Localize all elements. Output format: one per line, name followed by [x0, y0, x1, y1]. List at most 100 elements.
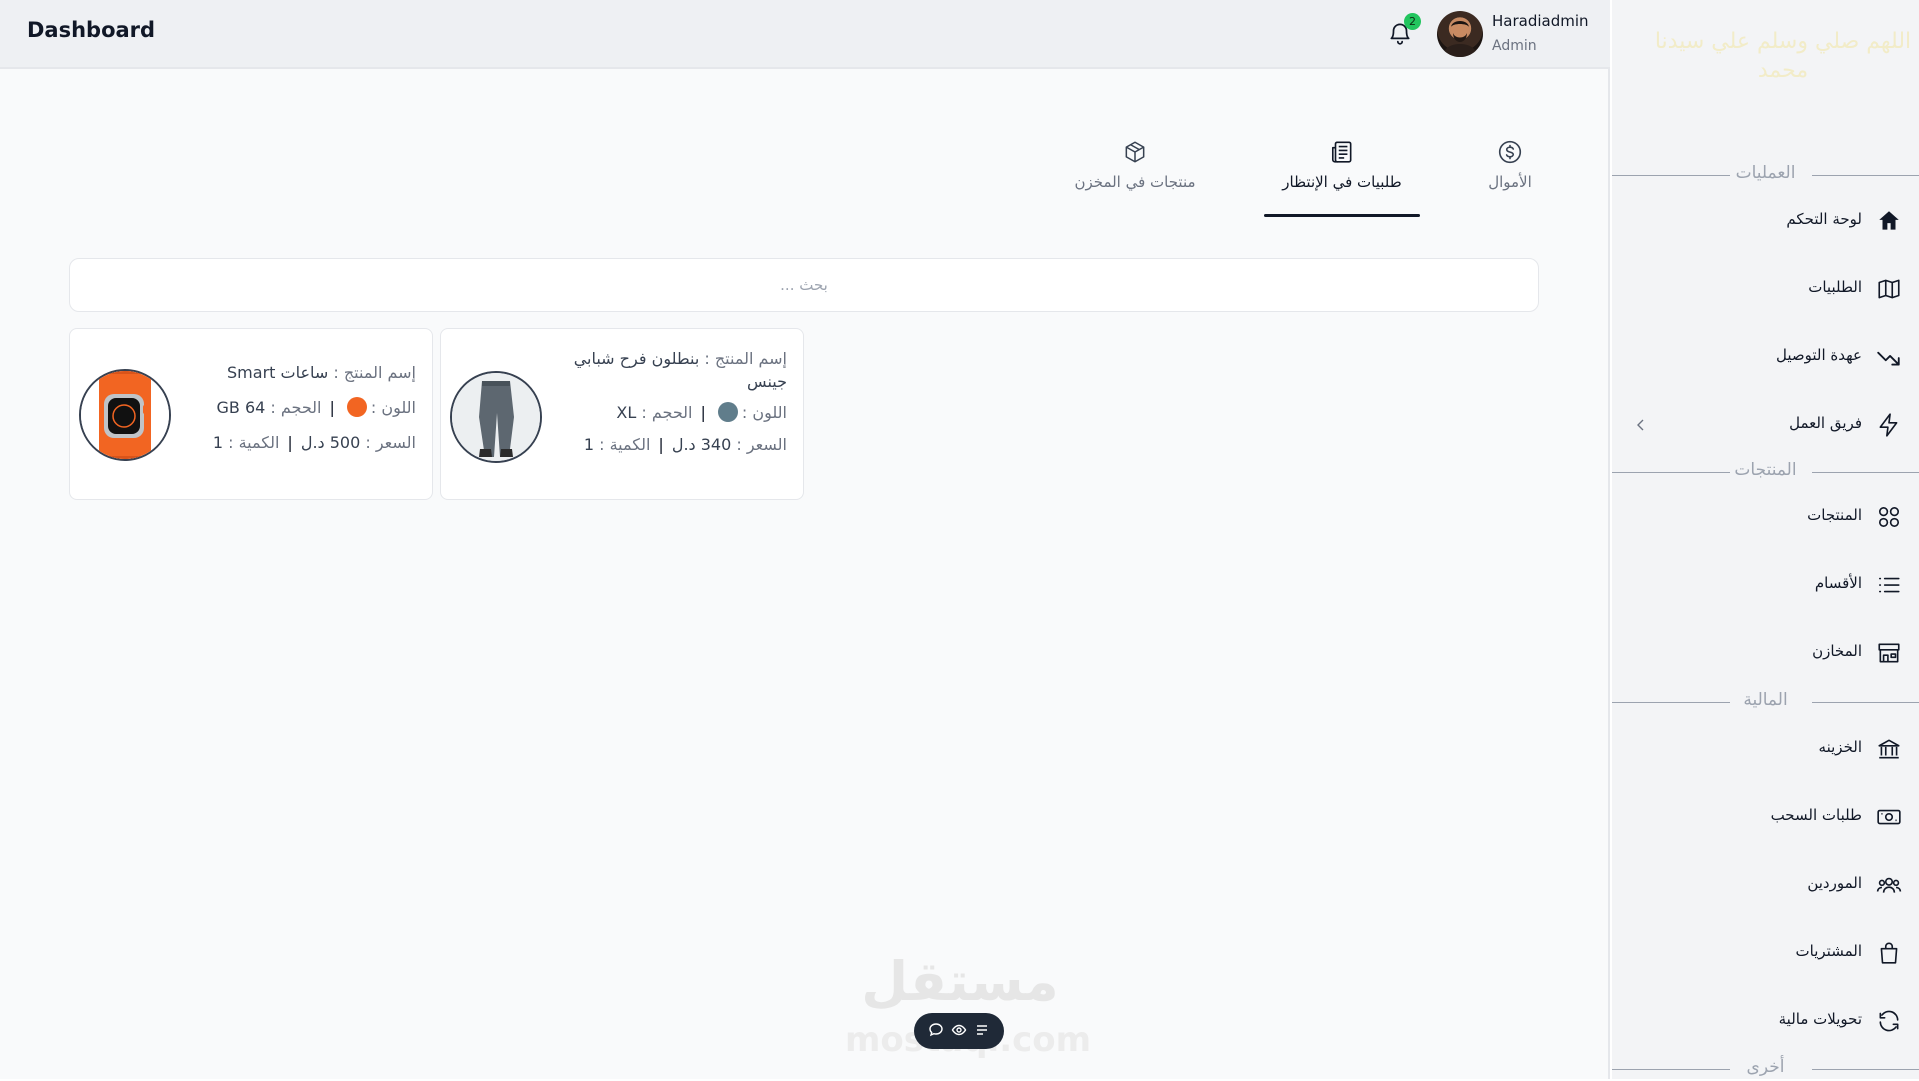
- price-label: السعر :: [365, 433, 416, 453]
- product-image: [450, 371, 542, 463]
- sidebar-item-label: المنتجات: [1807, 506, 1862, 524]
- price-label: السعر :: [736, 434, 787, 454]
- home-icon: [1879, 211, 1899, 230]
- qty-value: 1: [212, 433, 224, 453]
- size-value: XL: [616, 403, 637, 423]
- sidebar-item-label: الأقسام: [1814, 574, 1862, 592]
- sidebar-item-purchases[interactable]: المشتريات: [1612, 933, 1919, 973]
- sidebar-item-label: لوحة التحكم: [1786, 210, 1862, 228]
- sidebar-item-label: المخازن: [1812, 642, 1862, 660]
- size-label: الحجم :: [641, 403, 693, 423]
- qty-label: الكمية :: [228, 433, 280, 453]
- order-name-row: إسم المنتج : ساعات Smart: [191, 361, 416, 384]
- size-label: الحجم :: [270, 398, 322, 418]
- cash-icon: [1877, 809, 1901, 825]
- tab-pending-orders-label: طلبيات في الإنتظار: [1282, 173, 1402, 191]
- sidebar: اللهم صلي وسلم علي سيدنا محمد العمليات ل…: [1612, 0, 1919, 1079]
- qty-label: الكمية :: [599, 434, 651, 454]
- sidebar-item-suppliers[interactable]: الموردين: [1612, 865, 1919, 905]
- section-operations: العمليات: [1612, 163, 1919, 187]
- separator: |: [658, 434, 664, 454]
- tab-bar: الأموال طلبيات في الإنتظار منتجات في الم…: [0, 139, 1608, 217]
- avatar[interactable]: [1437, 11, 1483, 57]
- receipt-icon: [1331, 141, 1352, 163]
- order-price-row: السعر : 500 د.ل | الكمية : 1: [191, 431, 416, 454]
- section-title: العمليات: [1735, 163, 1796, 183]
- color-swatch: [346, 397, 367, 418]
- sidebar-item-label: تحويلات مالية: [1778, 1010, 1862, 1028]
- jeans-image: [452, 373, 540, 461]
- sidebar-item-treasury[interactable]: الخزينه: [1612, 729, 1919, 769]
- chevron-left-icon: [1637, 419, 1644, 431]
- dollar-circle-icon: [1498, 140, 1522, 164]
- sidebar-quote: اللهم صلي وسلم علي سيدنا محمد: [1654, 29, 1912, 83]
- sidebar-item-label: الموردين: [1807, 874, 1862, 892]
- price-value: 340 د.ل: [671, 434, 732, 454]
- users-icon: [1876, 877, 1902, 893]
- grid-icon: [1878, 506, 1900, 528]
- order-price-row: السعر : 340 د.ل | الكمية : 1: [562, 433, 787, 456]
- order-card[interactable]: إسم المنتج : بنطلون فرح شبابي جينس اللون…: [440, 328, 804, 500]
- price-value: 500 د.ل: [300, 433, 361, 453]
- notifications-button[interactable]: 2: [1387, 13, 1421, 48]
- list-icon: [1878, 577, 1900, 593]
- tab-pending-orders[interactable]: طلبيات في الإنتظار: [1264, 139, 1420, 217]
- section-title: المنتجات: [1734, 460, 1797, 480]
- map-icon: [1878, 279, 1900, 299]
- name-label: إسم المنتج :: [704, 349, 787, 368]
- order-info: إسم المنتج : بنطلون فرح شبابي جينس اللون…: [562, 347, 787, 456]
- qty-value: 1: [583, 434, 595, 454]
- floating-toolbar[interactable]: [914, 1013, 1004, 1049]
- bag-icon: [1880, 942, 1898, 964]
- sidebar-item-label: طلبات السحب: [1770, 806, 1862, 824]
- product-image: [79, 369, 171, 461]
- sidebar-item-categories[interactable]: الأقسام: [1612, 565, 1919, 605]
- sidebar-item-money-transfers[interactable]: تحويلات مالية: [1612, 1001, 1919, 1041]
- size-value: 64 GB: [216, 398, 266, 418]
- menu-icon[interactable]: [974, 1022, 990, 1038]
- separator: |: [329, 398, 335, 418]
- sidebar-item-label: الطلبيات: [1808, 278, 1862, 296]
- section-title: المالية: [1743, 690, 1788, 710]
- section-finance: المالية: [1612, 690, 1919, 714]
- sidebar-item-label: فريق العمل: [1789, 414, 1862, 432]
- watermark-arabic: مستقل: [861, 950, 1059, 1013]
- order-attrs-row: اللون : | الحجم : 64 GB: [191, 396, 416, 419]
- separator: |: [287, 433, 293, 453]
- eye-icon[interactable]: [951, 1022, 967, 1038]
- top-header: Dashboard 2 Haradiadmin Admin: [0, 0, 1610, 69]
- sidebar-item-products[interactable]: المنتجات: [1612, 497, 1919, 537]
- tab-money-label: الأموال: [1488, 173, 1532, 191]
- user-photo: [1442, 20, 1478, 57]
- sidebar-item-orders[interactable]: الطلبيات: [1612, 269, 1919, 309]
- box-icon: [1125, 141, 1145, 163]
- sidebar-item-label: المشتريات: [1795, 942, 1862, 960]
- sidebar-item-warehouses[interactable]: المخازن: [1612, 633, 1919, 673]
- sidebar-item-label: عهدة التوصيل: [1775, 346, 1862, 364]
- trend-icon: [1877, 351, 1900, 366]
- color-label: اللون :: [370, 398, 416, 418]
- section-title: أخرى: [1746, 1057, 1785, 1077]
- sidebar-item-dashboard[interactable]: لوحة التحكم: [1612, 201, 1919, 241]
- user-role: Admin: [1492, 38, 1537, 54]
- sidebar-item-delivery-custody[interactable]: عهدة التوصيل: [1612, 337, 1919, 377]
- sidebar-item-team[interactable]: فريق العمل: [1612, 405, 1919, 445]
- main-content: الأموال طلبيات في الإنتظار منتجات في الم…: [0, 69, 1610, 1079]
- sidebar-item-withdrawal-requests[interactable]: طلبات السحب: [1612, 797, 1919, 837]
- watch-image: [81, 371, 169, 459]
- bank-icon: [1878, 739, 1900, 759]
- color-label: اللون :: [741, 403, 787, 423]
- color-swatch: [717, 402, 738, 423]
- separator: |: [700, 403, 706, 423]
- order-card[interactable]: إسم المنتج : ساعات Smart اللون : | الحجم :…: [69, 328, 433, 500]
- user-name: Haradiadmin: [1492, 12, 1589, 30]
- search-input[interactable]: [69, 258, 1539, 312]
- refresh-icon: [1879, 1010, 1899, 1032]
- bolt-icon: [1879, 413, 1898, 437]
- order-info: إسم المنتج : ساعات Smart اللون : | الحجم :…: [191, 361, 416, 455]
- tab-products-in-stock[interactable]: منتجات في المخزن: [1065, 139, 1205, 214]
- comment-icon[interactable]: [928, 1022, 944, 1038]
- page-title: Dashboard: [27, 18, 156, 42]
- name-label: إسم المنتج :: [333, 363, 416, 382]
- tab-money[interactable]: الأموال: [1475, 139, 1545, 214]
